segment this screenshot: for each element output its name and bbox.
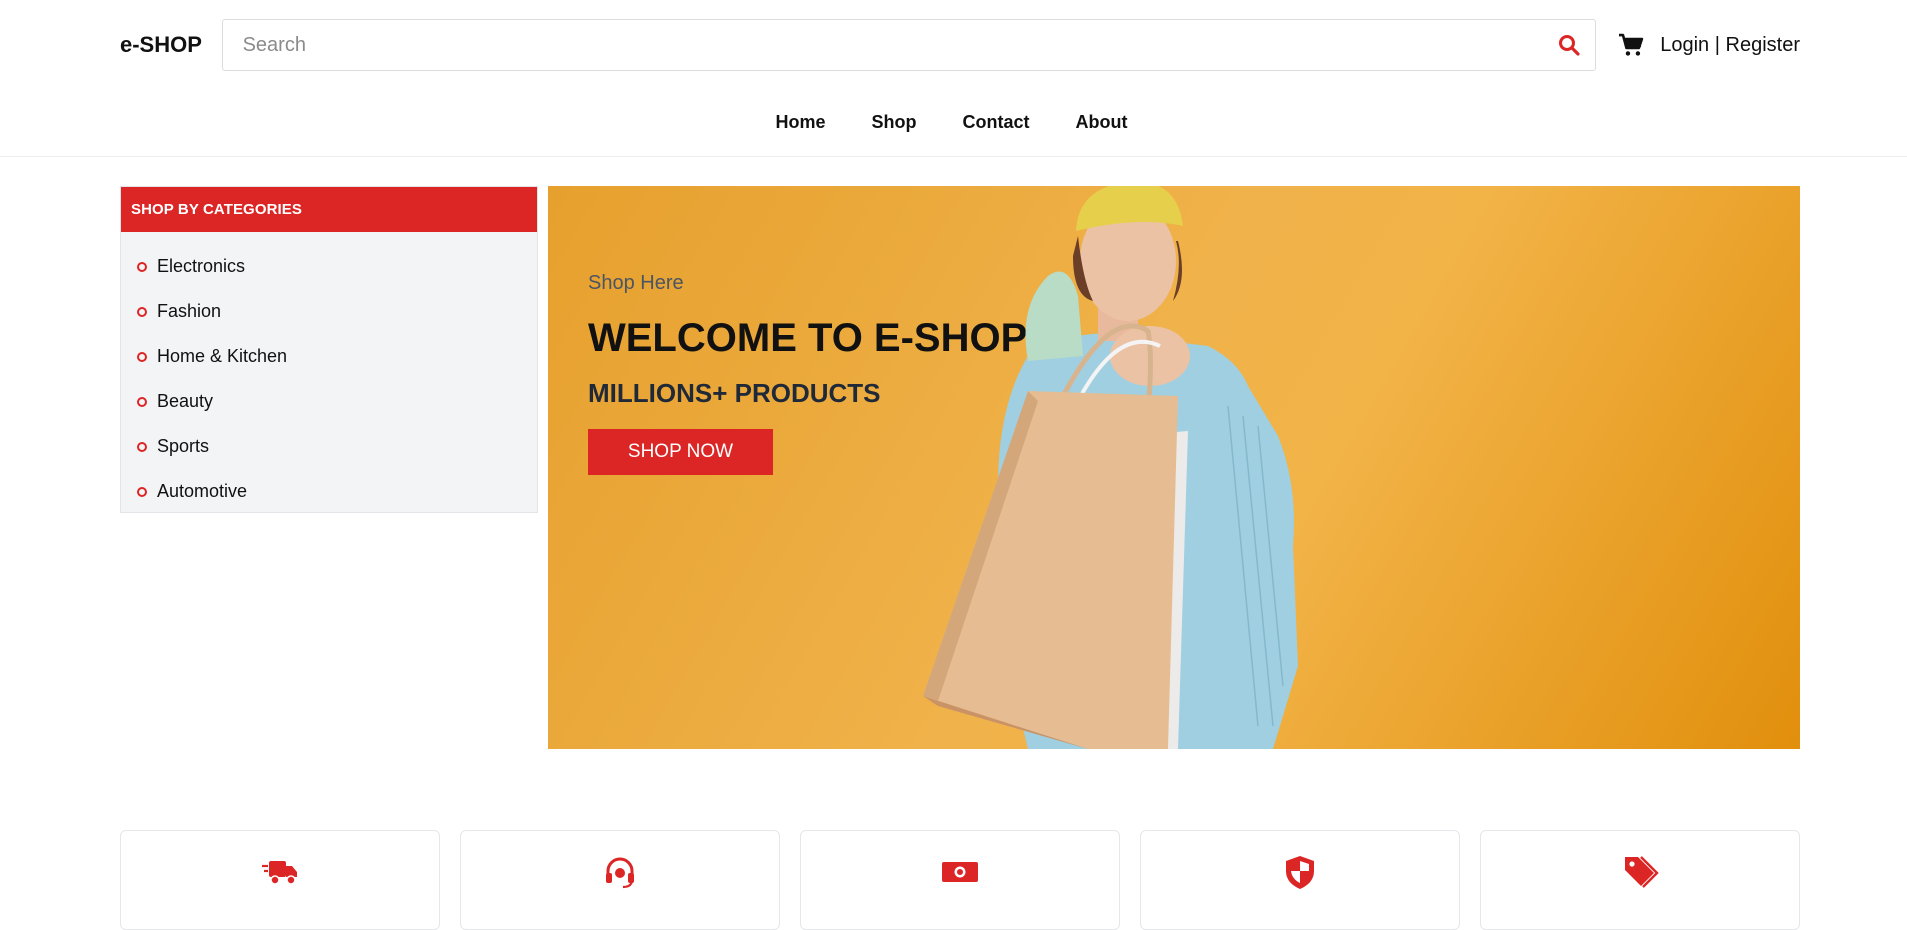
money-bill-icon <box>942 862 978 882</box>
category-item-beauty[interactable]: Beauty <box>121 379 537 424</box>
main-nav: Home Shop Contact About <box>0 112 1907 156</box>
category-sidebar: SHOP BY CATEGORIES Electronics Fashion H… <box>120 186 538 513</box>
truck-fast-icon <box>262 861 297 885</box>
tags-icon <box>1625 856 1659 888</box>
header-divider <box>0 156 1907 157</box>
feature-card <box>1480 830 1800 930</box>
register-link[interactable]: Register <box>1726 34 1800 56</box>
site-logo[interactable]: e-SHOP <box>120 32 222 58</box>
bullet-icon <box>137 351 147 362</box>
feature-card <box>1140 830 1460 930</box>
hero-subtitle: Shop Here <box>588 272 684 294</box>
bullet-icon <box>137 441 147 452</box>
hero-model-image <box>923 186 1298 749</box>
bullet-icon <box>137 396 147 407</box>
category-label: Electronics <box>157 256 246 276</box>
feature-card <box>460 830 780 930</box>
category-list: Electronics Fashion Home & Kitchen Beaut… <box>121 232 537 514</box>
search-bar <box>221 19 1597 71</box>
nav-home[interactable]: Home <box>776 112 826 156</box>
hero-banner: Shop Here WELCOME TO E-SHOP MILLIONS+ PR… <box>548 186 1800 749</box>
nav-contact[interactable]: Contact <box>963 112 1030 156</box>
nav-shop[interactable]: Shop <box>872 112 917 156</box>
feature-card <box>800 830 1120 930</box>
category-label: Fashion <box>157 301 222 321</box>
category-label: Sports <box>157 436 210 456</box>
nav-about[interactable]: About <box>1076 112 1128 156</box>
category-label: Beauty <box>157 391 214 411</box>
shop-now-button[interactable]: SHOP NOW <box>588 429 773 475</box>
category-item-sports[interactable]: Sports <box>121 424 537 469</box>
search-input[interactable] <box>242 20 1576 70</box>
category-item-electronics[interactable]: Electronics <box>121 244 537 289</box>
sidebar-title: SHOP BY CATEGORIES <box>121 187 537 232</box>
category-item-fashion[interactable]: Fashion <box>121 289 537 334</box>
headset-icon <box>606 857 634 889</box>
feature-card <box>120 830 440 930</box>
bullet-icon <box>137 261 147 272</box>
header: e-SHOP Login | Register <box>120 19 1800 71</box>
login-link[interactable]: Login <box>1660 34 1709 56</box>
category-label: Home & Kitchen <box>157 346 288 366</box>
shield-icon <box>1286 856 1314 889</box>
auth-separator: | <box>1714 33 1720 56</box>
category-item-home-kitchen[interactable]: Home & Kitchen <box>121 334 537 379</box>
search-icon[interactable] <box>1557 33 1581 57</box>
bullet-icon <box>137 486 147 497</box>
cart-icon[interactable] <box>1618 32 1644 58</box>
hero-tagline: MILLIONS+ PRODUCTS <box>588 378 881 408</box>
category-label: Automotive <box>157 481 248 501</box>
category-item-automotive[interactable]: Automotive <box>121 469 537 514</box>
bullet-icon <box>137 306 147 317</box>
auth-links: Login | Register <box>1660 34 1800 57</box>
feature-cards <box>120 830 1800 930</box>
